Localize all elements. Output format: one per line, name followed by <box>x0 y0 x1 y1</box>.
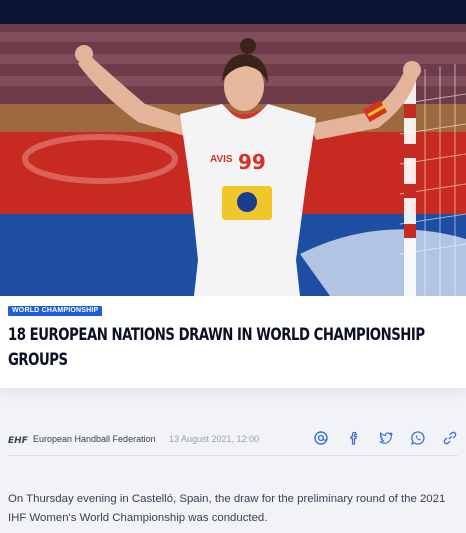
facebook-icon[interactable] <box>346 430 362 446</box>
article-header-card: WORLD CHAMPIONSHIP 18 EUROPEAN NATIONS D… <box>0 296 466 388</box>
svg-text:EHF: EHF <box>8 436 28 446</box>
category-tag[interactable]: WORLD CHAMPIONSHIP <box>8 306 103 316</box>
whatsapp-icon[interactable] <box>410 430 426 446</box>
link-icon[interactable] <box>442 430 458 446</box>
twitter-icon[interactable] <box>378 430 394 446</box>
article-author[interactable]: European Handball Federation <box>33 434 156 444</box>
article-meta-bar: EHF European Handball Federation 13 Augu… <box>8 424 458 456</box>
jersey-sponsor: AVIS <box>210 154 233 165</box>
email-icon[interactable] <box>313 430 329 446</box>
jersey-number: 99 <box>238 150 266 174</box>
article-title: 18 EUROPEAN NATIONS DRAWN IN WORLD CHAMP… <box>8 325 425 370</box>
ehf-logo-icon: EHF <box>8 436 28 446</box>
article-body-paragraph: On Thursday evening in Castelló, Spain, … <box>8 493 446 524</box>
top-bar <box>0 0 466 24</box>
hero-image: 99 AVIS <box>0 24 466 296</box>
article-date: 13 August 2021, 12:00 <box>169 434 260 444</box>
